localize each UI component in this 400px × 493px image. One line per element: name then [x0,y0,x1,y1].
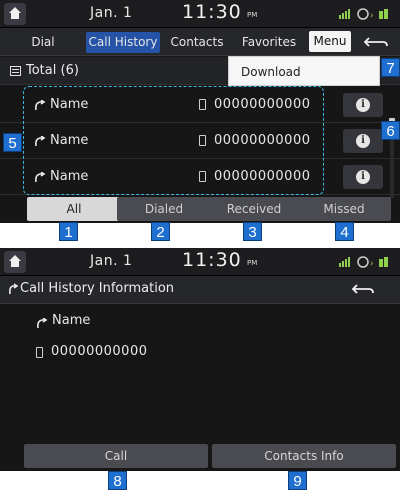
status-ampm: PM [247,11,258,19]
callout-badge: 6 [381,121,400,140]
page-title: Call History Information [20,281,175,296]
outgoing-call-icon [37,318,48,329]
tab-contacts[interactable]: Contacts [164,32,230,53]
callout-badge: 8 [108,471,127,490]
filter-received-button[interactable]: Received [207,197,301,221]
svg-text:›: › [370,259,374,269]
contact-name: Name [52,313,91,328]
call-history-screen: Jan. 1 11:30 PM › Dial Call History Cont… [0,0,400,223]
callout-badge: 2 [151,222,170,241]
action-bar: Call Contacts Info [0,444,400,471]
callout-badge: 5 [3,133,22,152]
call-history-icon [9,283,19,295]
phone-number: 00000000000 [51,344,148,359]
list-icon [10,66,21,76]
svg-text:›: › [370,11,374,21]
callout-badge: 4 [335,222,354,241]
home-button[interactable] [4,3,26,25]
home-button[interactable] [4,251,26,273]
callout-badge: 3 [243,222,262,241]
info-button[interactable]: i [343,165,383,189]
status-bar: Jan. 1 11:30 PM › [0,0,400,28]
callout-badge: 9 [288,471,307,490]
back-icon[interactable] [361,33,393,52]
tab-dial[interactable]: Dial [6,32,80,53]
home-icon [9,255,21,267]
signal-status-icon: › [339,256,388,269]
info-button[interactable]: i [343,93,383,117]
info-button[interactable]: i [343,129,383,153]
menu-button[interactable]: Menu [309,31,351,52]
status-ampm: PM [247,259,258,267]
download-menu-item[interactable]: Download [228,56,380,86]
info-icon: i [356,134,370,148]
callout-badge: 7 [381,58,400,77]
status-date: Jan. 1 [90,5,133,21]
call-history-info-screen: Jan. 1 11:30 PM › Call History Informati… [0,248,400,471]
status-time: 11:30 [182,249,242,271]
title-bar: Call History Information [0,276,400,304]
back-icon[interactable] [349,280,379,299]
call-button[interactable]: Call [24,444,208,468]
signal-status-icon: › [339,8,388,21]
filter-bar: All Dialed Received Missed [0,197,400,223]
status-time: 11:30 [182,1,242,23]
filter-all-button[interactable]: All [27,197,121,221]
status-bar: Jan. 1 11:30 PM › [0,248,400,276]
contacts-info-button[interactable]: Contacts Info [212,444,396,468]
callout-badge: 1 [59,222,78,241]
filter-dialed-button[interactable]: Dialed [117,197,211,221]
info-icon: i [356,98,370,112]
total-count: Total (6) [26,63,79,78]
status-date: Jan. 1 [90,253,133,269]
phone-icon [36,347,43,358]
filter-missed-button[interactable]: Missed [297,197,391,221]
tab-call-history[interactable]: Call History [86,32,160,53]
home-icon [9,7,21,19]
info-icon: i [356,170,370,184]
list-highlight-frame [23,86,324,195]
tab-favorites[interactable]: Favorites [232,32,306,53]
